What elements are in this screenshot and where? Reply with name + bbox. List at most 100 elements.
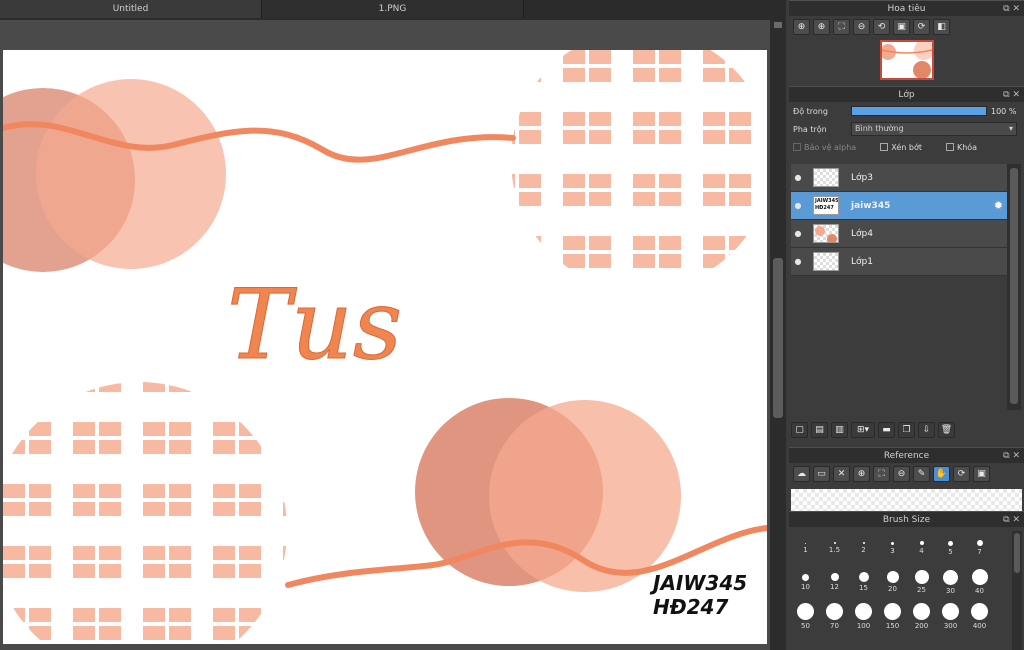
brush-size-label: 7	[977, 548, 982, 556]
brush-size-cell[interactable]: 2	[849, 531, 878, 565]
eyedropper-icon[interactable]: ✎	[913, 466, 930, 482]
canvas-vertical-scrollbar[interactable]	[770, 20, 786, 650]
fit-screen-icon[interactable]: ▣	[893, 19, 910, 35]
brush-size-cell[interactable]: 50	[791, 599, 820, 633]
blend-mode-select[interactable]: Bình thường ▾	[851, 122, 1017, 136]
brush-size-cell[interactable]: 300	[936, 599, 965, 633]
canvas-scroll-thumb[interactable]	[773, 258, 783, 418]
brush-size-cell[interactable]: 30	[936, 565, 965, 599]
layer-list-scrollbar[interactable]	[1007, 164, 1021, 410]
paint-app-window: Untitled 1.PNG Tus JAIW345 HĐ247 Hoa tiê…	[0, 0, 1024, 650]
delete-layer-icon[interactable]: 🗑	[938, 422, 955, 438]
panel-window-icons[interactable]: ⧉ ✕	[1003, 1, 1020, 17]
visibility-eye-icon[interactable]: ●	[791, 173, 805, 182]
brush-size-label: 400	[972, 621, 987, 630]
fit-icon[interactable]: ⛶	[833, 19, 850, 35]
duplicate-layer-icon[interactable]: ❐	[898, 422, 915, 438]
brush-dot	[914, 570, 929, 584]
brush-size-label: 5	[948, 547, 953, 556]
protect-alpha-checkbox[interactable]: Bảo vệ alpha	[793, 143, 856, 152]
rotate-right-icon[interactable]: ⟳	[913, 19, 930, 35]
brush-size-cell[interactable]: 25	[907, 565, 936, 599]
brush-size-cell[interactable]: 10	[791, 565, 820, 599]
layer-row-lop1[interactable]: ● Lớp1	[791, 248, 1007, 276]
brush-size-cell[interactable]: 400	[965, 599, 994, 633]
brush-size-label: 12	[830, 583, 839, 591]
layer-row-lop4[interactable]: ● Lớp4	[791, 220, 1007, 248]
zoom-in-icon[interactable]: ⊕	[793, 19, 810, 35]
close-icon[interactable]: ✕	[833, 466, 850, 482]
zoom-out-icon[interactable]: ⊖	[853, 19, 870, 35]
lock-checkbox[interactable]: Khóa	[945, 143, 977, 152]
open-folder-icon[interactable]: ▭	[813, 466, 830, 482]
visibility-eye-icon[interactable]: ●	[791, 257, 805, 266]
navigator-preview[interactable]	[879, 40, 934, 80]
checkbox-box	[793, 143, 801, 151]
layer-row-lop3[interactable]: ● Lớp3	[791, 164, 1007, 192]
layer-row-jaiw345[interactable]: ● JAIW345 HĐ247 jaiw345 ✹	[791, 192, 1007, 220]
fit-icon[interactable]: ⛶	[873, 466, 890, 482]
drawing-canvas[interactable]: Tus JAIW345 HĐ247	[3, 50, 767, 644]
add-layer-menu-icon[interactable]: ⊞▾	[851, 422, 875, 438]
brush-size-label: 2	[861, 546, 866, 554]
brush-size-cell[interactable]: 200	[907, 599, 936, 633]
zoom-in-icon[interactable]: ⊕	[853, 466, 870, 482]
brush-size-header: Brush Size ⧉ ✕	[789, 511, 1024, 527]
brush-size-label: 25	[917, 586, 926, 594]
brush-size-label: 100	[856, 621, 871, 630]
brush-size-scrollbar[interactable]	[1012, 531, 1022, 650]
plaid-circle-top-right	[511, 50, 767, 290]
visibility-eye-icon[interactable]: ●	[791, 229, 805, 238]
watermark-line1: JAIW345	[649, 571, 747, 595]
thumb-art	[815, 226, 837, 242]
gear-icon[interactable]: ✹	[994, 199, 1003, 212]
new-halftone-layer-icon[interactable]: ▤	[811, 422, 828, 438]
brush-size-cell[interactable]: 1.5	[820, 531, 849, 565]
merge-down-icon[interactable]: ⇩	[918, 422, 935, 438]
brush-size-title: Brush Size	[882, 515, 931, 525]
brush-size-panel: Brush Size ⧉ ✕ 1 1.5 2 3 4 5 7 10 12 15 …	[789, 511, 1024, 650]
folder-icon[interactable]: ▬	[878, 422, 895, 438]
hand-icon[interactable]: ✋	[933, 466, 950, 482]
layer-scroll-thumb[interactable]	[1010, 168, 1018, 404]
reference-image-area[interactable]	[791, 489, 1022, 511]
tab-1-png[interactable]: 1.PNG	[262, 0, 524, 18]
brush-size-cell[interactable]: 150	[878, 599, 907, 633]
brush-size-cell[interactable]: 1	[791, 531, 820, 565]
layer-name: Lớp1	[851, 256, 873, 267]
brush-size-cell[interactable]: 4	[907, 531, 936, 565]
brush-size-cell[interactable]: 70	[820, 599, 849, 633]
zoom-in-icon[interactable]: ⊕	[813, 19, 830, 35]
fit-screen-icon[interactable]: ▣	[973, 466, 990, 482]
brush-size-label: 3	[890, 546, 895, 555]
chevron-down-icon: ▾	[1008, 124, 1013, 133]
brush-size-cell[interactable]: 100	[849, 599, 878, 633]
new-1bit-layer-icon[interactable]: ▥	[831, 422, 848, 438]
brush-size-label: 4	[919, 547, 924, 555]
flip-icon[interactable]: ◧	[933, 19, 950, 35]
panel-window-icons[interactable]: ⧉ ✕	[1003, 448, 1020, 464]
brush-dot	[826, 602, 843, 620]
visibility-eye-icon[interactable]: ●	[791, 201, 805, 210]
scroll-up-icon[interactable]	[774, 22, 782, 28]
brush-size-cell[interactable]: 5	[936, 531, 965, 565]
panel-window-icons[interactable]: ⧉ ✕	[1003, 512, 1020, 528]
tab-untitled[interactable]: Untitled	[0, 0, 262, 18]
brush-size-cell[interactable]: 3	[878, 531, 907, 565]
brush-size-cell[interactable]: 20	[878, 565, 907, 599]
brush-size-cell[interactable]: 12	[820, 565, 849, 599]
brush-size-cell[interactable]: 15	[849, 565, 878, 599]
brush-size-cell[interactable]: 40	[965, 565, 994, 599]
zoom-out-icon[interactable]: ⊖	[893, 466, 910, 482]
brush-size-cell[interactable]: 7	[965, 531, 994, 565]
clipping-checkbox[interactable]: Xén bớt	[880, 143, 922, 152]
panel-window-icons[interactable]: ⧉ ✕	[1003, 87, 1020, 103]
cloud-icon[interactable]: ☁	[793, 466, 810, 482]
brush-scroll-thumb[interactable]	[1014, 533, 1020, 573]
new-layer-icon[interactable]: ▢	[791, 422, 808, 438]
opacity-slider[interactable]	[851, 106, 987, 116]
plaid-circle-bottom-left	[3, 382, 287, 644]
reference-toolbar: ☁ ▭ ✕ ⊕ ⛶ ⊖ ✎ ✋ ⟳ ▣	[789, 463, 1024, 485]
rotate-left-icon[interactable]: ⟲	[873, 19, 890, 35]
rotate-icon[interactable]: ⟳	[953, 466, 970, 482]
